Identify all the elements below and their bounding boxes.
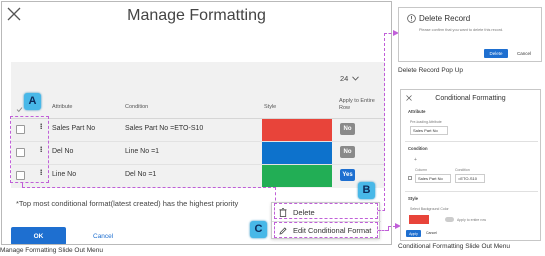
cf-style-heading: Style (408, 196, 419, 201)
cf-divider (405, 141, 538, 142)
conditional-formatting-panel: Conditional Formatting Attribute Pre-loa… (400, 89, 541, 241)
page-title: Manage Formatting (127, 7, 266, 24)
callout-a: A (24, 93, 41, 110)
cf-panel-title: Conditional Formatting (435, 95, 506, 102)
rows-per-page-value: 24 (340, 74, 349, 83)
check-all-icon[interactable] (16, 106, 23, 113)
callout-b-connector (378, 210, 385, 211)
cf-condition-heading: Condition (408, 146, 428, 151)
row-condition: Del No =1 (125, 171, 157, 178)
callout-b-highlight (274, 203, 378, 219)
row-attribute: Del No (52, 148, 74, 155)
cf-apply-button[interactable]: Apply (406, 230, 421, 237)
cf-attribute-select[interactable]: Sales Part No (410, 126, 448, 135)
cf-condition-select[interactable]: =ETO-S10 (455, 174, 485, 183)
row-style-swatch (262, 165, 332, 187)
apply-row-toggle[interactable] (445, 217, 454, 222)
rows-per-page-select[interactable]: 24 (340, 74, 360, 83)
delete-cancel-link[interactable]: Cancel (517, 51, 531, 56)
row-apply-badge: Yes (340, 169, 355, 181)
header-apply-entire-row: Apply to Entire Row (339, 98, 375, 111)
delete-record-popup: Delete Record Please confirm that you wa… (398, 7, 542, 62)
cf-condition-checkbox[interactable] (408, 176, 412, 180)
delete-popup-message: Please confirm that you want to delete t… (419, 28, 504, 32)
header-style: Style (264, 104, 277, 110)
info-icon (407, 14, 416, 23)
add-condition-icon[interactable]: + (414, 157, 417, 163)
caption-cf-panel: Conditional Formatting Slide Out Menu (398, 243, 511, 250)
row-apply-badge: No (340, 123, 355, 135)
row-style-swatch (262, 119, 332, 141)
row-attribute: Line No (52, 171, 77, 178)
callout-c: C (250, 221, 267, 238)
row-apply-badge: No (340, 146, 355, 158)
callout-b: B (358, 182, 375, 199)
row-style-swatch (262, 142, 332, 164)
header-attribute: Attribute (52, 104, 73, 110)
table-row[interactable]: ··· Sales Part No Sales Part No =ETO-S10… (11, 119, 385, 141)
row-condition: Line No =1 (125, 148, 160, 155)
cancel-link[interactable]: Cancel (93, 233, 113, 240)
caption-main: Manage Formatting Slide Out Menu (0, 247, 103, 254)
cf-divider (405, 191, 538, 192)
callout-connector (22, 187, 276, 188)
ok-button[interactable]: OK (11, 227, 66, 244)
table-row[interactable]: ··· Line No Del No =1 Yes (11, 165, 385, 187)
callout-c-highlight (274, 222, 378, 238)
table-row[interactable]: ··· Del No Line No =1 No (11, 142, 385, 164)
callout-a-highlight (10, 116, 49, 183)
priority-footnote: *Top most conditional format(latest crea… (16, 199, 239, 208)
cf-column-select[interactable]: Sales Part No (415, 174, 451, 183)
cf-bg-color-swatch[interactable] (409, 215, 429, 224)
cf-bg-color-label: Select Background Color (410, 207, 449, 211)
cf-apply-row-label: Apply to entire row (457, 218, 486, 222)
cf-attribute-heading: Attribute (408, 109, 426, 114)
cf-cancel-link[interactable]: Cancel (426, 231, 437, 235)
delete-popup-title: Delete Record (419, 14, 471, 23)
cf-condition-label: Condition (455, 168, 470, 172)
callout-connector (22, 183, 23, 188)
callout-b-connector (384, 33, 385, 211)
cf-attribute-label: Pre-loading Attribute (410, 120, 442, 124)
caption-delete-popup: Delete Record Pop Up (398, 67, 464, 74)
row-attribute: Sales Part No (52, 125, 96, 132)
header-condition: Condition (125, 104, 149, 110)
callout-c-connector (378, 230, 388, 231)
chevron-down-icon (352, 76, 360, 81)
cf-column-label: Column (415, 168, 428, 172)
row-condition: Sales Part No =ETO-S10 (125, 125, 204, 132)
delete-confirm-button[interactable]: Delete (484, 49, 508, 58)
